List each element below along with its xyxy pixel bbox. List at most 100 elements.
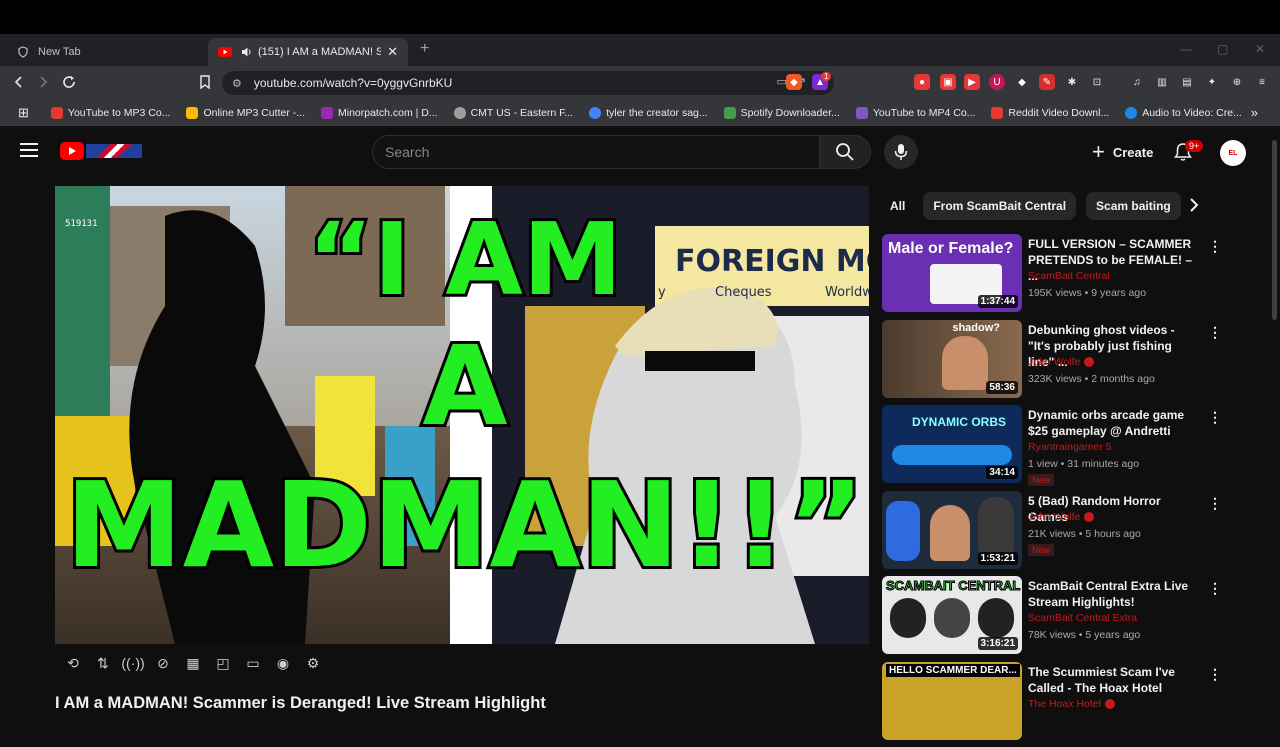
more-options-icon[interactable]: ⋮ <box>1208 495 1222 512</box>
screenshot-icon[interactable]: ⊡ <box>1089 74 1105 90</box>
bookmark-item[interactable]: Reddit Video Downl... <box>983 107 1117 119</box>
rec-channel[interactable]: Ryantraingamer 5 <box>1028 441 1111 453</box>
tab-title: (151) I AM a MADMAN! Scam <box>258 46 381 58</box>
screenshot-camera-icon[interactable]: ◉ <box>274 654 292 672</box>
bookmarks-overflow-icon[interactable]: » <box>1243 105 1266 120</box>
forward-icon[interactable] <box>34 74 52 95</box>
picture-in-picture-icon[interactable]: ◰ <box>214 654 232 672</box>
bookmark-item[interactable]: CMT US - Eastern F... <box>446 107 582 119</box>
leo-ai-icon[interactable]: ✦ <box>1204 74 1220 90</box>
channel-name: ScamBait Central Extra <box>1028 612 1137 624</box>
bookmark-item[interactable]: Spotify Downloader... <box>716 107 848 119</box>
recommended-video[interactable]: SCAMBAIT CENTRAL 3:16:21 ScamBait Centra… <box>882 576 1222 662</box>
thumbnail-graphic <box>892 445 1012 465</box>
bookmark-favicon-icon <box>589 107 601 119</box>
apps-grid-icon[interactable]: ⊞ <box>10 105 43 121</box>
thumbnail-headline-line3: MADMAN!!” <box>65 456 864 594</box>
hamburger-menu-icon[interactable] <box>20 143 38 157</box>
sort-icon[interactable]: ⇅ <box>94 654 112 672</box>
more-options-icon[interactable]: ⋮ <box>1208 580 1222 597</box>
search-button[interactable] <box>819 135 871 169</box>
top-black-strip <box>0 0 1280 34</box>
clip-icon[interactable]: ▦ <box>184 654 202 672</box>
youtube-logo[interactable] <box>60 142 142 160</box>
video-thumbnail[interactable]: Male or Female? 1:37:44 <box>882 234 1022 312</box>
bookmark-item[interactable]: Online MP3 Cutter -... <box>178 107 313 119</box>
tab-new-tab[interactable]: New Tab <box>6 38 206 66</box>
close-tab-icon[interactable]: ✕ <box>387 44 398 60</box>
search-input[interactable]: Search <box>372 135 820 169</box>
avatar[interactable]: EL <box>1220 140 1246 166</box>
rec-meta: 323K views • 2 months ago <box>1028 373 1155 385</box>
video-thumbnail[interactable]: DYNAMIC ORBS 34:14 <box>882 405 1022 483</box>
more-options-icon[interactable]: ⋮ <box>1208 324 1222 341</box>
recommended-video[interactable]: DYNAMIC ORBS 34:14 Dynamic orbs arcade g… <box>882 405 1222 491</box>
bookmark-icon[interactable] <box>196 74 214 95</box>
brave-shield-icon[interactable]: ◆ <box>786 74 802 90</box>
thumbnail-headline-line1: “I AM <box>308 201 623 318</box>
extension-record-icon[interactable]: ● <box>914 74 930 90</box>
rec-channel[interactable]: John Wolfe <box>1028 511 1094 523</box>
theater-icon[interactable]: ▭ <box>244 654 262 672</box>
bookmark-item[interactable]: YouTube to MP3 Co... <box>43 107 179 119</box>
recommended-video[interactable]: Male or Female? 1:37:44 FULL VERSION – S… <box>882 234 1222 320</box>
more-options-icon[interactable]: ⋮ <box>1208 409 1222 426</box>
bookmark-label: YouTube to MP3 Co... <box>68 107 171 119</box>
extension-u-icon[interactable]: U <box>989 74 1005 90</box>
new-tab-plus-icon[interactable]: + <box>420 40 429 58</box>
rec-title: ScamBait Central Extra Live Stream Highl… <box>1028 578 1198 610</box>
notification-count-badge: 9+ <box>1185 140 1203 152</box>
bookmark-item[interactable]: Audio to Video: Cre... <box>1117 107 1250 119</box>
sidebar-icon[interactable]: ▥ <box>1154 74 1170 90</box>
more-options-icon[interactable]: ⋮ <box>1208 666 1222 683</box>
chip-scam-baiting[interactable]: Scam baiting <box>1086 192 1181 220</box>
bookmark-item[interactable]: Minorpatch.com | D... <box>313 107 446 119</box>
vpn-icon[interactable]: ⊕ <box>1229 74 1245 90</box>
voice-search-button[interactable] <box>884 135 918 169</box>
extension-image-icon[interactable]: ▣ <box>940 74 956 90</box>
back-icon[interactable] <box>10 74 28 95</box>
chevron-right-icon[interactable] <box>1188 198 1200 217</box>
thumbnail-graphic <box>978 598 1014 638</box>
extension-youtube-icon[interactable]: ▶ <box>964 74 980 90</box>
extension-pen-icon[interactable]: ✎ <box>1039 74 1055 90</box>
menu-icon[interactable]: ≡ <box>1254 74 1270 90</box>
rec-channel[interactable]: ScamBait Central <box>1028 270 1110 282</box>
rec-channel[interactable]: The Hoax Hotel <box>1028 698 1115 710</box>
extension-diamond-icon[interactable]: ◆ <box>1014 74 1030 90</box>
video-player[interactable]: FOREIGN MONEY E y Cheques Worldw 519131 … <box>55 186 869 644</box>
url-bar[interactable]: ⚙ youtube.com/watch?v=0yggvGnrbKU ▭ ⇗ ☆ <box>222 71 834 95</box>
video-thumbnail[interactable]: HELLO SCAMMER DEAR... <box>882 662 1022 740</box>
tab-youtube-video[interactable]: (151) I AM a MADMAN! Scam ✕ <box>208 38 408 66</box>
rec-channel[interactable]: John Wolfe <box>1028 356 1094 368</box>
loop-icon[interactable]: ⟲ <box>64 654 82 672</box>
maximize-icon[interactable]: ▢ <box>1217 42 1228 56</box>
site-info-icon[interactable]: ⚙ <box>232 77 242 90</box>
chip-all[interactable]: All <box>882 192 913 220</box>
chip-from-channel[interactable]: From ScamBait Central <box>923 192 1076 220</box>
create-button[interactable]: + Create <box>1080 135 1165 169</box>
recommended-video[interactable]: shadow? 58:36 Debunking ghost videos - "… <box>882 320 1222 406</box>
bookmark-item[interactable]: YouTube to MP4 Co... <box>848 107 984 119</box>
media-control-icon[interactable]: ♫ <box>1129 74 1145 90</box>
extensions-puzzle-icon[interactable]: ✱ <box>1064 74 1080 90</box>
bookmark-item[interactable]: tyler the creator sag... <box>581 107 716 119</box>
close-window-icon[interactable]: ✕ <box>1255 42 1265 56</box>
recommended-video[interactable]: 1:53:21 5 (Bad) Random Horror Games John… <box>882 491 1222 577</box>
video-thumbnail[interactable]: 1:53:21 <box>882 491 1022 569</box>
page-scrollbar[interactable] <box>1272 140 1277 320</box>
minimize-icon[interactable]: — <box>1180 42 1192 56</box>
reload-icon[interactable] <box>60 74 78 95</box>
duration-badge: 3:16:21 <box>978 637 1018 650</box>
duration-badge: 34:14 <box>986 466 1018 479</box>
settings-gear-icon[interactable]: ⚙ <box>304 654 322 672</box>
more-options-icon[interactable]: ⋮ <box>1208 238 1222 255</box>
video-thumbnail[interactable]: SCAMBAIT CENTRAL 3:16:21 <box>882 576 1022 654</box>
hide-icon[interactable]: ⊘ <box>154 654 172 672</box>
recommended-video[interactable]: HELLO SCAMMER DEAR... The Scummiest Scam… <box>882 662 1222 747</box>
video-thumbnail[interactable]: shadow? 58:36 <box>882 320 1022 398</box>
wallet-icon[interactable]: ▤ <box>1179 74 1195 90</box>
speaker-icon[interactable] <box>240 45 254 59</box>
broadcast-icon[interactable]: ((·)) <box>124 654 142 672</box>
rec-channel[interactable]: ScamBait Central Extra <box>1028 612 1137 624</box>
